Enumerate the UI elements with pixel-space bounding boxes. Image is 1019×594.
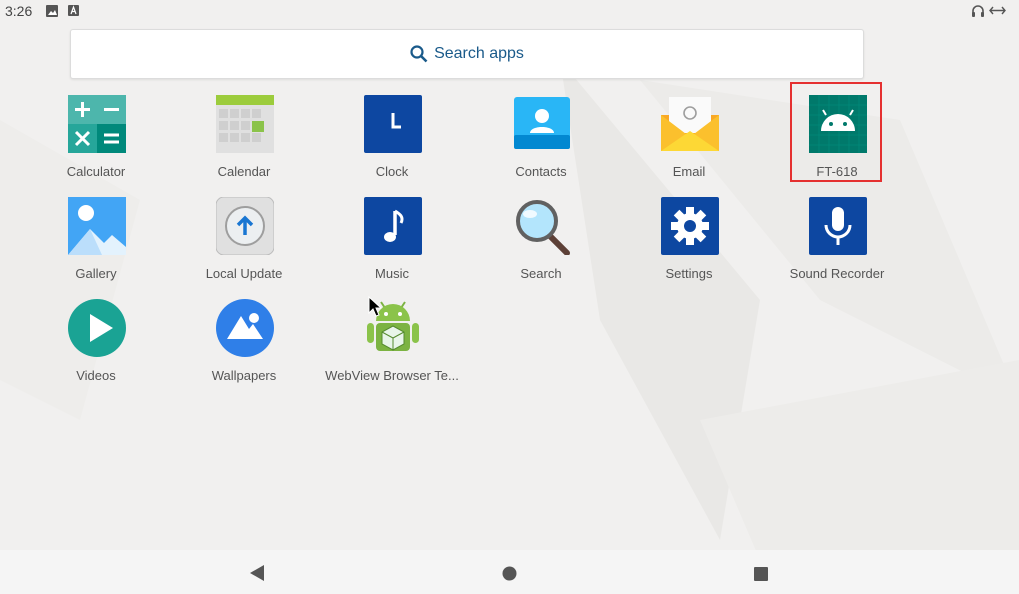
app-label: Calendar	[217, 164, 271, 179]
app-sound-recorder[interactable]: Sound Recorder	[763, 197, 911, 297]
search-icon	[410, 45, 428, 63]
navigation-bar	[0, 550, 1019, 594]
mouse-cursor-icon	[368, 296, 383, 317]
app-label: Settings	[665, 266, 713, 281]
selection-highlight	[790, 82, 882, 182]
status-time: 3:26	[5, 3, 33, 19]
app-label: Search	[520, 266, 562, 281]
app-contacts[interactable]: Contacts	[467, 95, 615, 195]
app-music[interactable]: Music	[318, 197, 466, 297]
microphone-icon	[809, 197, 867, 255]
search-apps-label: Search apps	[434, 45, 524, 62]
contacts-icon	[514, 97, 570, 149]
headset-icon	[972, 5, 984, 17]
app-label: Clock	[375, 164, 409, 179]
data-transfer-icon	[989, 6, 1006, 15]
search-apps-bar[interactable]: Search apps	[70, 29, 864, 79]
magnifier-icon	[516, 200, 570, 255]
clock-icon	[364, 95, 422, 153]
status-bar: 3:26	[0, 0, 1019, 22]
back-icon[interactable]	[249, 564, 265, 582]
calculator-icon	[68, 95, 126, 153]
app-calculator[interactable]: Calculator	[22, 95, 170, 195]
wallpaper-icon	[216, 299, 274, 357]
app-label: Gallery	[75, 266, 117, 281]
local-update-icon	[216, 197, 274, 255]
app-settings[interactable]: Settings	[615, 197, 763, 297]
app-label: Sound Recorder	[789, 266, 885, 281]
app-search[interactable]: Search	[467, 197, 615, 297]
home-icon[interactable]	[502, 566, 517, 581]
app-clock[interactable]: Clock	[318, 95, 466, 195]
text-notification-icon	[68, 5, 79, 16]
app-label: Videos	[76, 368, 116, 383]
app-webview-browser[interactable]: WebView Browser Te...	[318, 299, 466, 399]
play-icon	[68, 299, 126, 357]
app-label: Calculator	[66, 164, 126, 179]
app-local-update[interactable]: Local Update	[170, 197, 318, 297]
gear-icon	[661, 197, 719, 255]
app-email[interactable]: Email	[615, 95, 763, 195]
calendar-icon	[216, 95, 274, 153]
app-label: Contacts	[515, 164, 567, 179]
app-videos[interactable]: Videos	[22, 299, 170, 399]
app-label: Local Update	[205, 266, 283, 281]
app-label: Email	[672, 164, 706, 179]
gallery-icon	[68, 197, 126, 255]
email-icon	[661, 97, 719, 151]
app-gallery[interactable]: Gallery	[22, 197, 170, 297]
app-label: Music	[375, 266, 409, 281]
app-calendar[interactable]: Calendar	[170, 95, 318, 195]
music-icon	[364, 197, 422, 255]
image-notification-icon	[46, 5, 58, 17]
app-label: WebView Browser Te...	[325, 368, 459, 383]
recents-icon[interactable]	[753, 566, 769, 582]
app-label: Wallpapers	[211, 368, 277, 383]
app-wallpapers[interactable]: Wallpapers	[170, 299, 318, 399]
